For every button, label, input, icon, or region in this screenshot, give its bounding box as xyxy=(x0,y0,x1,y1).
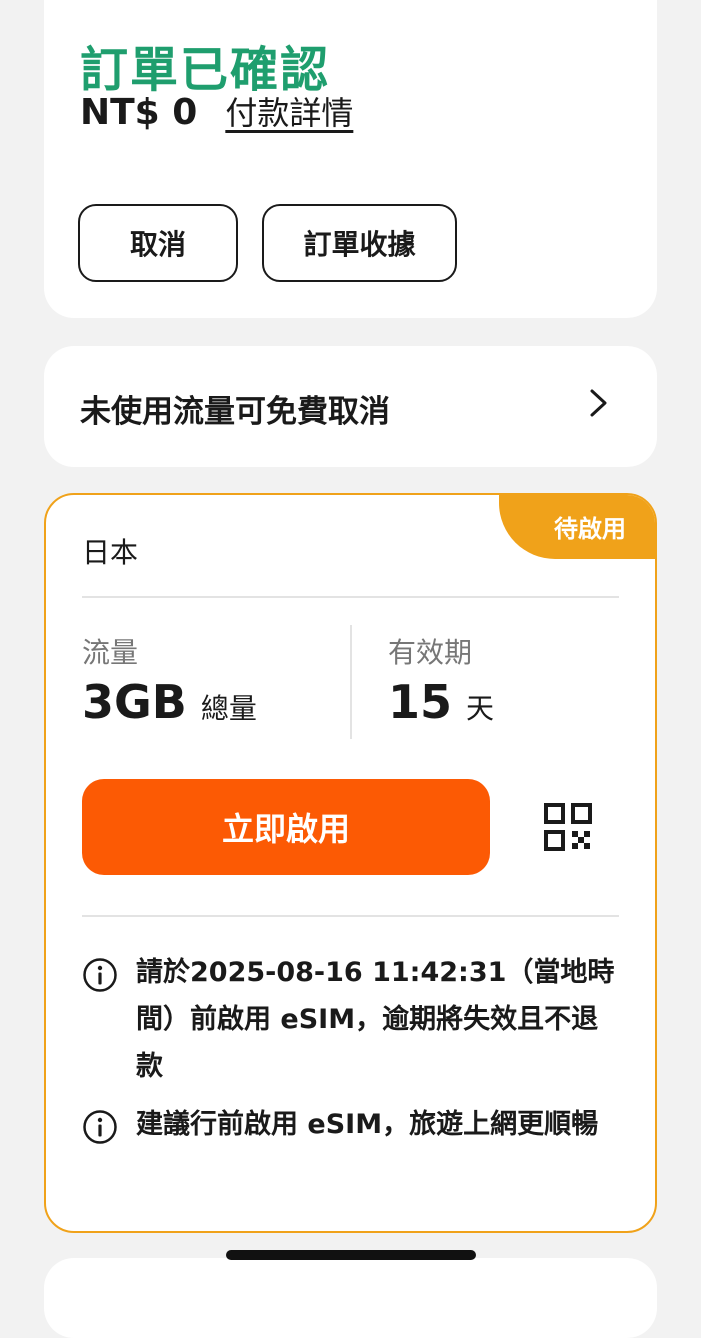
divider xyxy=(82,596,619,598)
notice-item: 建議行前啟用 eSIM，旅遊上網更順暢 xyxy=(82,1107,619,1148)
notice-item: 請於2025-08-16 11:42:31（當地時間）前啟用 eSIM，逾期將失… xyxy=(82,955,619,1090)
divider xyxy=(82,915,619,917)
data-amount: 3GB 總量 xyxy=(82,675,257,729)
payment-details-link[interactable]: 付款詳情 xyxy=(225,88,353,134)
order-price: NT$ 0 xyxy=(80,92,198,133)
home-indicator[interactable] xyxy=(226,1250,476,1260)
notice-text: 請於2025-08-16 11:42:31（當地時間）前啟用 eSIM，逾期將失… xyxy=(136,957,615,1082)
price-row: NT$ 0 付款詳情 xyxy=(80,88,353,134)
free-cancel-row[interactable]: 未使用流量可免費取消 xyxy=(44,346,657,467)
notice-text: 建議行前啟用 eSIM，旅遊上網更順暢 xyxy=(136,1109,599,1140)
next-card xyxy=(44,1258,657,1338)
data-label: 流量 xyxy=(82,636,139,669)
data-unit: 總量 xyxy=(200,692,257,725)
order-receipt-button[interactable]: 訂單收據 xyxy=(262,204,457,282)
esim-country: 日本 xyxy=(82,536,139,569)
validity-label: 有效期 xyxy=(388,636,473,669)
esim-card: 待啟用 日本 流量 3GB 總量 有效期 15 天 立即啟用 請於2025-08… xyxy=(44,493,657,1233)
cancel-button[interactable]: 取消 xyxy=(78,204,238,282)
chevron-right-icon xyxy=(590,389,607,417)
validity-value: 15 xyxy=(388,675,453,729)
status-badge: 待啟用 xyxy=(499,495,655,559)
order-summary-card: 訂單已確認 NT$ 0 付款詳情 取消 訂單收據 xyxy=(44,0,657,318)
data-value: 3GB xyxy=(82,675,187,729)
free-cancel-text: 未使用流量可免費取消 xyxy=(80,394,390,430)
qr-code-icon[interactable] xyxy=(544,803,592,851)
validity-unit: 天 xyxy=(466,692,495,725)
activate-now-button[interactable]: 立即啟用 xyxy=(82,779,490,875)
validity-amount: 15 天 xyxy=(388,675,494,729)
info-icon xyxy=(83,958,117,992)
info-icon xyxy=(83,1110,117,1144)
vertical-divider xyxy=(350,625,352,739)
